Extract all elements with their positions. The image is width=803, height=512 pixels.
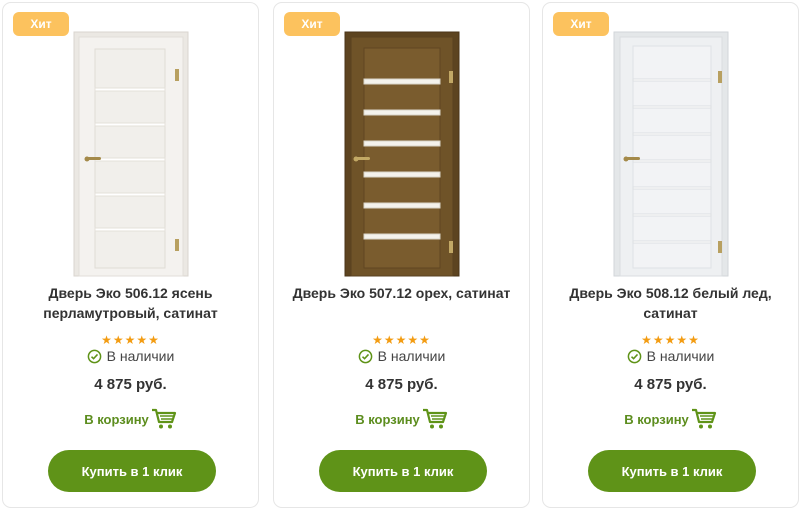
stock-label: В наличии bbox=[106, 348, 175, 364]
cart-icon[interactable] bbox=[422, 407, 448, 431]
add-to-cart-label[interactable]: В корзину bbox=[355, 412, 420, 427]
buy-one-click-button[interactable]: Купить в 1 клик bbox=[319, 450, 487, 492]
door-image[interactable] bbox=[344, 31, 460, 277]
stock-label: В наличии bbox=[646, 348, 715, 364]
check-circle-icon bbox=[87, 349, 101, 363]
stock-status: В наличии bbox=[274, 346, 529, 366]
add-to-cart-link[interactable]: В корзину bbox=[543, 407, 798, 431]
product-image[interactable] bbox=[274, 31, 529, 277]
add-to-cart-link[interactable]: В корзину bbox=[274, 407, 529, 431]
price: 4 875 руб. bbox=[365, 376, 438, 393]
rating-stars: ★★★★★ bbox=[101, 333, 160, 347]
stock-label: В наличии bbox=[377, 348, 446, 364]
add-to-cart-label[interactable]: В корзину bbox=[84, 412, 149, 427]
stock-status: В наличии bbox=[3, 346, 258, 366]
product-card[interactable]: Хит Дверь Эко 508.12 белый лед, сатинат … bbox=[542, 2, 799, 508]
product-image[interactable] bbox=[543, 31, 798, 277]
check-circle-icon bbox=[358, 349, 372, 363]
door-image[interactable] bbox=[613, 31, 729, 277]
buy-one-click-button[interactable]: Купить в 1 клик bbox=[588, 450, 756, 492]
cart-icon[interactable] bbox=[691, 407, 717, 431]
buy-one-click-button[interactable]: Купить в 1 клик bbox=[48, 450, 216, 492]
add-to-cart-link[interactable]: В корзину bbox=[3, 407, 258, 431]
cart-icon[interactable] bbox=[151, 407, 177, 431]
product-title[interactable]: Дверь Эко 508.12 белый лед, сатинат bbox=[551, 283, 790, 323]
product-title[interactable]: Дверь Эко 506.12 ясень перламутровый, са… bbox=[11, 283, 250, 323]
product-card[interactable]: Хит Дверь Эко 506.12 ясень перламутровый… bbox=[2, 2, 259, 508]
rating-stars: ★★★★★ bbox=[372, 333, 431, 347]
price: 4 875 руб. bbox=[634, 376, 707, 393]
price: 4 875 руб. bbox=[94, 376, 167, 393]
product-grid: Хит Дверь Эко 506.12 ясень перламутровый… bbox=[0, 0, 803, 512]
check-circle-icon bbox=[627, 349, 641, 363]
door-image[interactable] bbox=[73, 31, 189, 277]
product-card[interactable]: Хит Дверь Эко 507.12 орех, сатинат ★★★★★… bbox=[273, 2, 530, 508]
product-image[interactable] bbox=[3, 31, 258, 277]
rating-stars: ★★★★★ bbox=[641, 333, 700, 347]
product-title[interactable]: Дверь Эко 507.12 орех, сатинат bbox=[282, 283, 521, 303]
add-to-cart-label[interactable]: В корзину bbox=[624, 412, 689, 427]
stock-status: В наличии bbox=[543, 346, 798, 366]
